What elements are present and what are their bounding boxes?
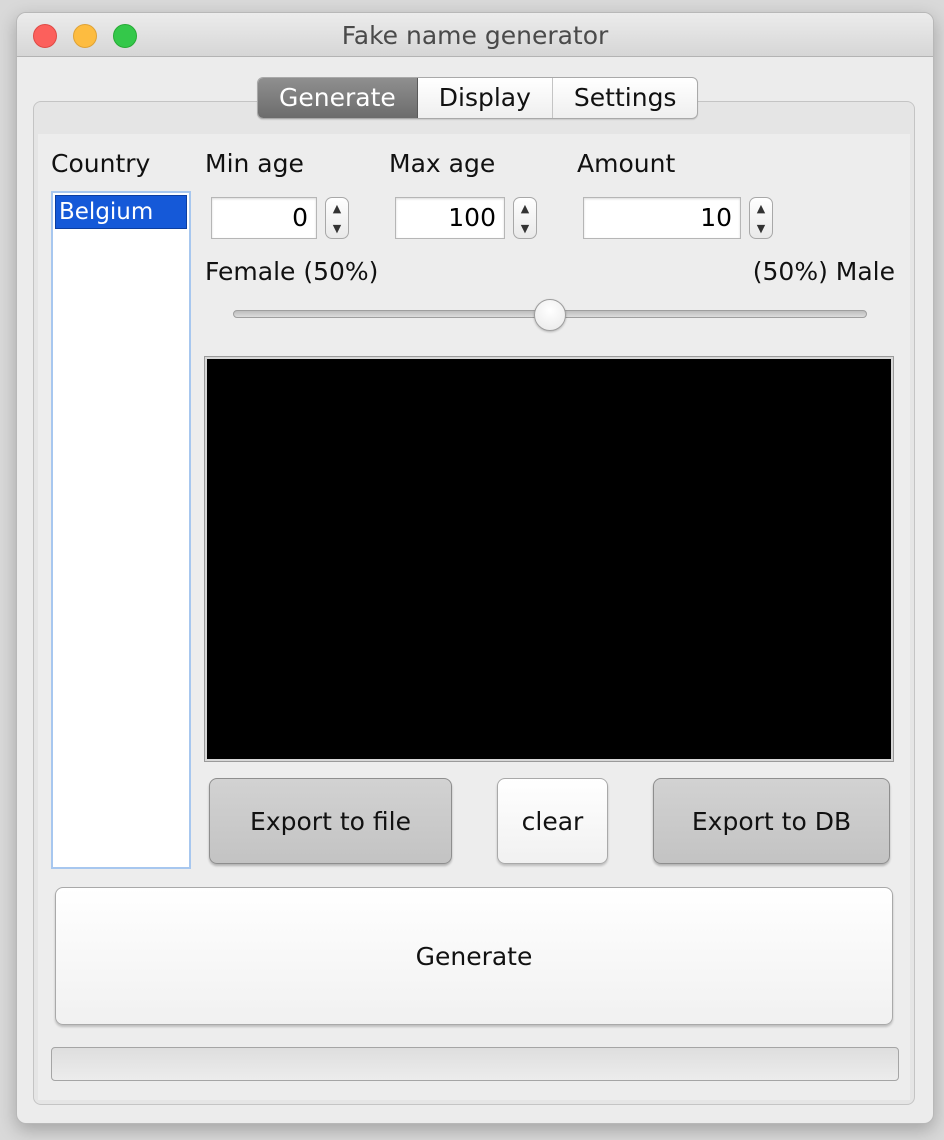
tab-display[interactable]: Display (418, 78, 553, 118)
stepper-down-icon[interactable]: ▼ (521, 223, 529, 234)
max-age-label: Max age (389, 149, 496, 178)
stepper-down-icon[interactable]: ▼ (757, 223, 765, 234)
stepper-up-icon[interactable]: ▲ (521, 203, 529, 214)
max-age-input[interactable]: 100 (395, 197, 505, 239)
gender-slider-thumb[interactable] (534, 299, 566, 331)
progress-bar (51, 1047, 899, 1081)
max-age-stepper[interactable]: ▲ ▼ (513, 197, 537, 239)
window-title: Fake name generator (341, 21, 609, 50)
amount-label: Amount (577, 149, 676, 178)
amount-input[interactable]: 10 (583, 197, 741, 239)
male-ratio-label: (50%) Male (752, 257, 895, 286)
stepper-up-icon[interactable]: ▲ (757, 203, 765, 214)
min-age-stepper[interactable]: ▲ ▼ (325, 197, 349, 239)
min-age-label: Min age (205, 149, 304, 178)
female-ratio-label: Female (50%) (205, 257, 379, 286)
app-window: Fake name generator Generate Display Set… (16, 12, 934, 1124)
country-list[interactable]: Belgium (51, 191, 191, 869)
stepper-up-icon[interactable]: ▲ (333, 203, 341, 214)
stepper-down-icon[interactable]: ▼ (333, 223, 341, 234)
output-area[interactable] (204, 356, 894, 762)
tab-generate[interactable]: Generate (258, 78, 418, 118)
export-to-db-button[interactable]: Export to DB (653, 778, 890, 864)
export-to-file-button[interactable]: Export to file (209, 778, 452, 864)
title-bar: Fake name generator (17, 13, 933, 57)
clear-button[interactable]: clear (497, 778, 608, 864)
tab-bar: Generate Display Settings (257, 77, 699, 119)
amount-stepper[interactable]: ▲ ▼ (749, 197, 773, 239)
country-item-belgium[interactable]: Belgium (55, 195, 187, 229)
tab-settings[interactable]: Settings (553, 78, 698, 118)
min-age-input[interactable]: 0 (211, 197, 317, 239)
generate-button[interactable]: Generate (55, 887, 893, 1025)
country-label: Country (51, 149, 151, 178)
